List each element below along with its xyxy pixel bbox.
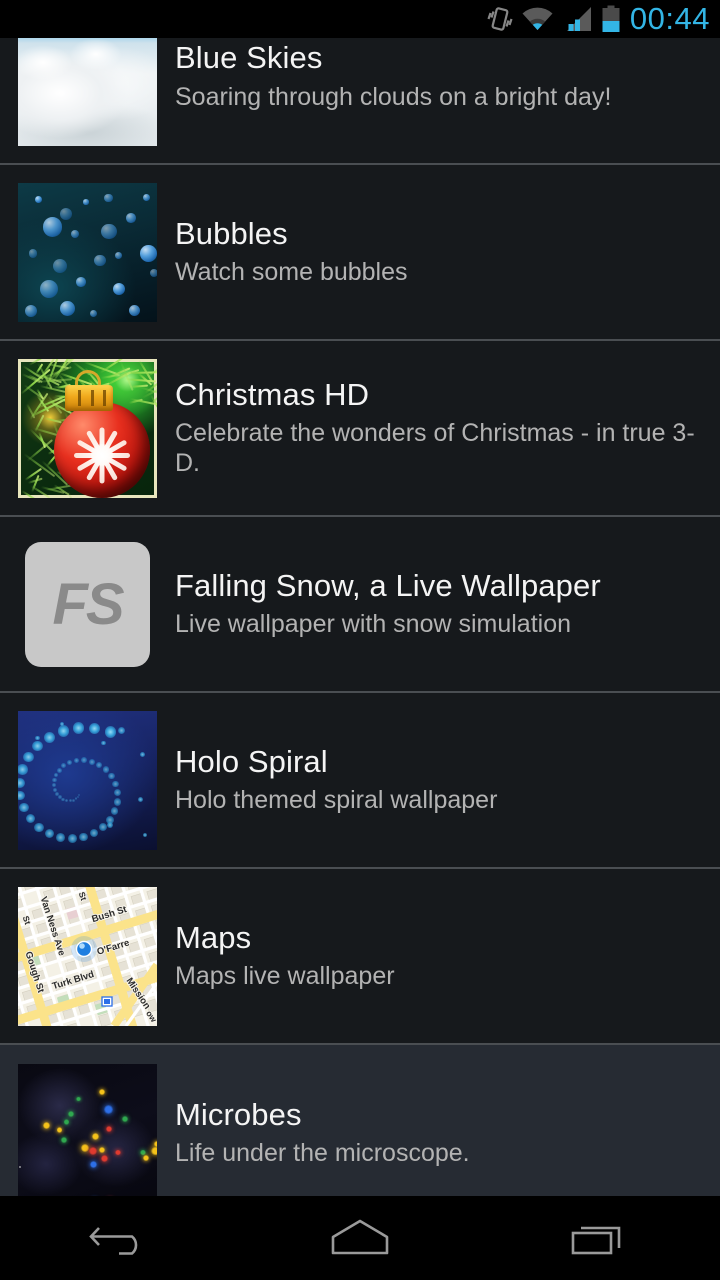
thumbnail-container: Van Ness Ave Bush St O'Farre Turk Blvd Gough…	[0, 887, 175, 1026]
recent-apps-button[interactable]	[480, 1196, 720, 1280]
list-item-title: Bubbles	[175, 217, 702, 252]
thumbnail-container	[0, 38, 175, 146]
live-wallpaper-list[interactable]: Blue Skies Soaring through clouds on a b…	[0, 38, 720, 1196]
list-item-subtitle: Life under the microscope.	[175, 1138, 702, 1168]
thumbnail-container	[0, 1064, 175, 1197]
thumbnail-container	[0, 183, 175, 322]
list-item[interactable]: FS Falling Snow, a Live Wallpaper Live w…	[0, 517, 720, 693]
list-item[interactable]: Blue Skies Soaring through clouds on a b…	[0, 38, 720, 165]
list-item-subtitle: Watch some bubbles	[175, 257, 702, 287]
list-item-text: Holo Spiral Holo themed spiral wallpaper	[175, 745, 720, 816]
thumbnail-container	[0, 711, 175, 850]
list-item-text: Bubbles Watch some bubbles	[175, 217, 720, 288]
wifi-icon	[522, 6, 553, 32]
navigation-bar	[0, 1196, 720, 1280]
list-item-subtitle: Celebrate the wonders of Christmas - in …	[175, 418, 702, 478]
list-item-title: Holo Spiral	[175, 745, 702, 780]
list-item-text: Blue Skies Soaring through clouds on a b…	[175, 41, 720, 112]
holo-spiral-thumbnail	[18, 711, 157, 850]
list-item-text: Maps Maps live wallpaper	[175, 921, 720, 992]
list-item-subtitle: Holo themed spiral wallpaper	[175, 785, 702, 815]
list-item[interactable]: Christmas HD Celebrate the wonders of Ch…	[0, 341, 720, 517]
list-item-subtitle: Maps live wallpaper	[175, 961, 702, 991]
list-item[interactable]: Holo Spiral Holo themed spiral wallpaper	[0, 693, 720, 869]
cellular-signal-icon	[562, 6, 592, 32]
list-item-title: Microbes	[175, 1098, 702, 1133]
list-item-text: Christmas HD Celebrate the wonders of Ch…	[175, 378, 720, 479]
falling-snow-thumbnail: FS	[18, 535, 157, 674]
thumbnail-container: FS	[0, 535, 175, 674]
list-item-title: Falling Snow, a Live Wallpaper	[175, 569, 702, 604]
list-item-subtitle: Live wallpaper with snow simulation	[175, 609, 702, 639]
list-item-text: Falling Snow, a Live Wallpaper Live wall…	[175, 569, 720, 640]
christmas-hd-thumbnail	[18, 359, 157, 498]
microbes-thumbnail	[18, 1064, 157, 1197]
list-item-title: Blue Skies	[175, 41, 702, 76]
back-button[interactable]	[0, 1196, 240, 1280]
list-item-title: Christmas HD	[175, 378, 702, 413]
vibrate-icon	[487, 5, 513, 33]
falling-snow-icon: FS	[52, 571, 122, 638]
maps-thumbnail: Van Ness Ave Bush St O'Farre Turk Blvd Gough…	[18, 887, 157, 1026]
bubbles-thumbnail	[18, 183, 157, 322]
list-item[interactable]: Van Ness Ave Bush St O'Farre Turk Blvd Gough…	[0, 869, 720, 1045]
battery-icon	[601, 5, 621, 33]
list-item[interactable]: Microbes Life under the microscope.	[0, 1045, 720, 1196]
list-item[interactable]: Bubbles Watch some bubbles	[0, 165, 720, 341]
blue-skies-thumbnail	[18, 38, 157, 146]
list-item-text: Microbes Life under the microscope.	[175, 1098, 720, 1169]
list-item-subtitle: Soaring through clouds on a bright day!	[175, 82, 702, 112]
status-bar-clock: 00:44	[630, 0, 710, 38]
list-item-title: Maps	[175, 921, 702, 956]
home-button[interactable]	[240, 1196, 480, 1280]
status-bar: 00:44	[0, 0, 720, 38]
thumbnail-container	[0, 359, 175, 498]
phone-screen: 00:44 Blue Skies Soaring through clouds …	[0, 0, 720, 1280]
